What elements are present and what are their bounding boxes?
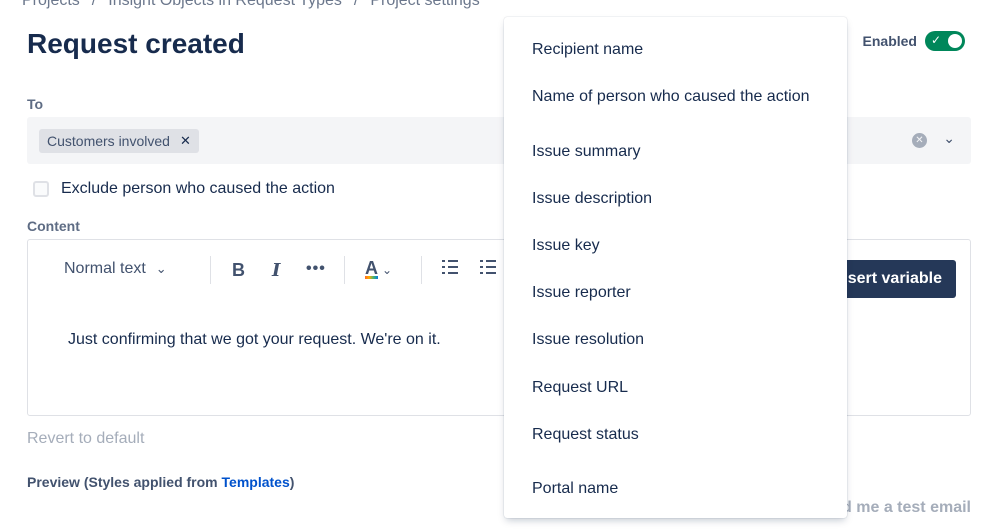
bullet-list-icon [442,260,458,274]
toggle-knob [948,34,962,48]
numbered-list-icon [480,260,496,274]
variables-dropdown: Recipient name Name of person who caused… [504,17,847,518]
variable-option[interactable]: Issue description [532,190,652,208]
content-label: Content [27,218,80,234]
variable-option[interactable]: Request URL [532,379,628,397]
variable-option[interactable]: Recipient name [532,41,643,59]
preview-prefix: Preview (Styles applied from [27,474,222,490]
recipient-chip: Customers involved ✕ [39,129,199,153]
breadcrumb: Projects / Insight Objects in Request Type… [22,0,480,10]
clear-icon[interactable]: ✕ [912,133,927,148]
variable-option[interactable]: Name of person who caused the action [532,88,810,106]
variable-option[interactable]: Issue resolution [532,331,644,349]
toolbar-divider [421,256,422,284]
enabled-label: Enabled [862,33,917,49]
chevron-down-icon: ⌄ [382,262,393,277]
exclude-label[interactable]: Exclude person who caused the action [61,180,335,198]
exclude-option: Exclude person who caused the action [33,180,335,198]
variable-option[interactable]: Request status [532,426,639,444]
recipient-chip-label: Customers involved [47,133,170,149]
bullet-list-button[interactable] [442,260,458,274]
text-color-button[interactable]: A ⌄ [365,258,393,279]
check-icon: ✓ [931,33,942,47]
chevron-down-icon[interactable]: ⌄ [943,130,955,147]
revert-to-default-link[interactable]: Revert to default [27,430,144,448]
close-icon[interactable]: ✕ [180,133,191,149]
text-style-dropdown[interactable]: Normal text ⌄ [64,260,167,278]
variable-option[interactable]: Portal name [532,480,618,498]
variable-option[interactable]: Issue summary [532,143,640,161]
editor-content[interactable]: Just confirming that we got your request… [68,331,441,349]
enabled-toggle[interactable]: ✓ [925,31,965,51]
breadcrumb-projects[interactable]: Projects [22,0,80,9]
breadcrumb-settings[interactable]: Project settings [370,0,479,9]
text-style-label: Normal text [64,260,146,277]
numbered-list-button[interactable] [480,260,496,274]
enabled-control: Enabled ✓ [863,31,965,51]
more-formatting-button[interactable]: ••• [306,260,326,278]
toolbar-divider [210,256,211,284]
bold-button[interactable]: B [232,260,245,281]
breadcrumb-separator: / [353,0,359,9]
templates-link[interactable]: Templates [222,474,290,490]
page-title: Request created [27,28,245,59]
toolbar-divider [344,256,345,284]
preview-label: Preview (Styles applied from Templates) [27,474,294,490]
to-label: To [27,96,44,112]
breadcrumb-project[interactable]: Insight Objects in Request Types [108,0,342,9]
send-test-email-button[interactable]: d me a test email [842,499,971,517]
breadcrumb-separator: / [91,0,97,9]
variable-option[interactable]: Issue reporter [532,284,631,302]
preview-suffix: ) [289,474,295,490]
italic-button[interactable]: I [272,260,280,281]
chevron-down-icon: ⌄ [155,261,167,276]
text-color-icon: A [365,258,378,279]
exclude-checkbox[interactable] [33,181,49,197]
variable-option[interactable]: Issue key [532,237,600,255]
